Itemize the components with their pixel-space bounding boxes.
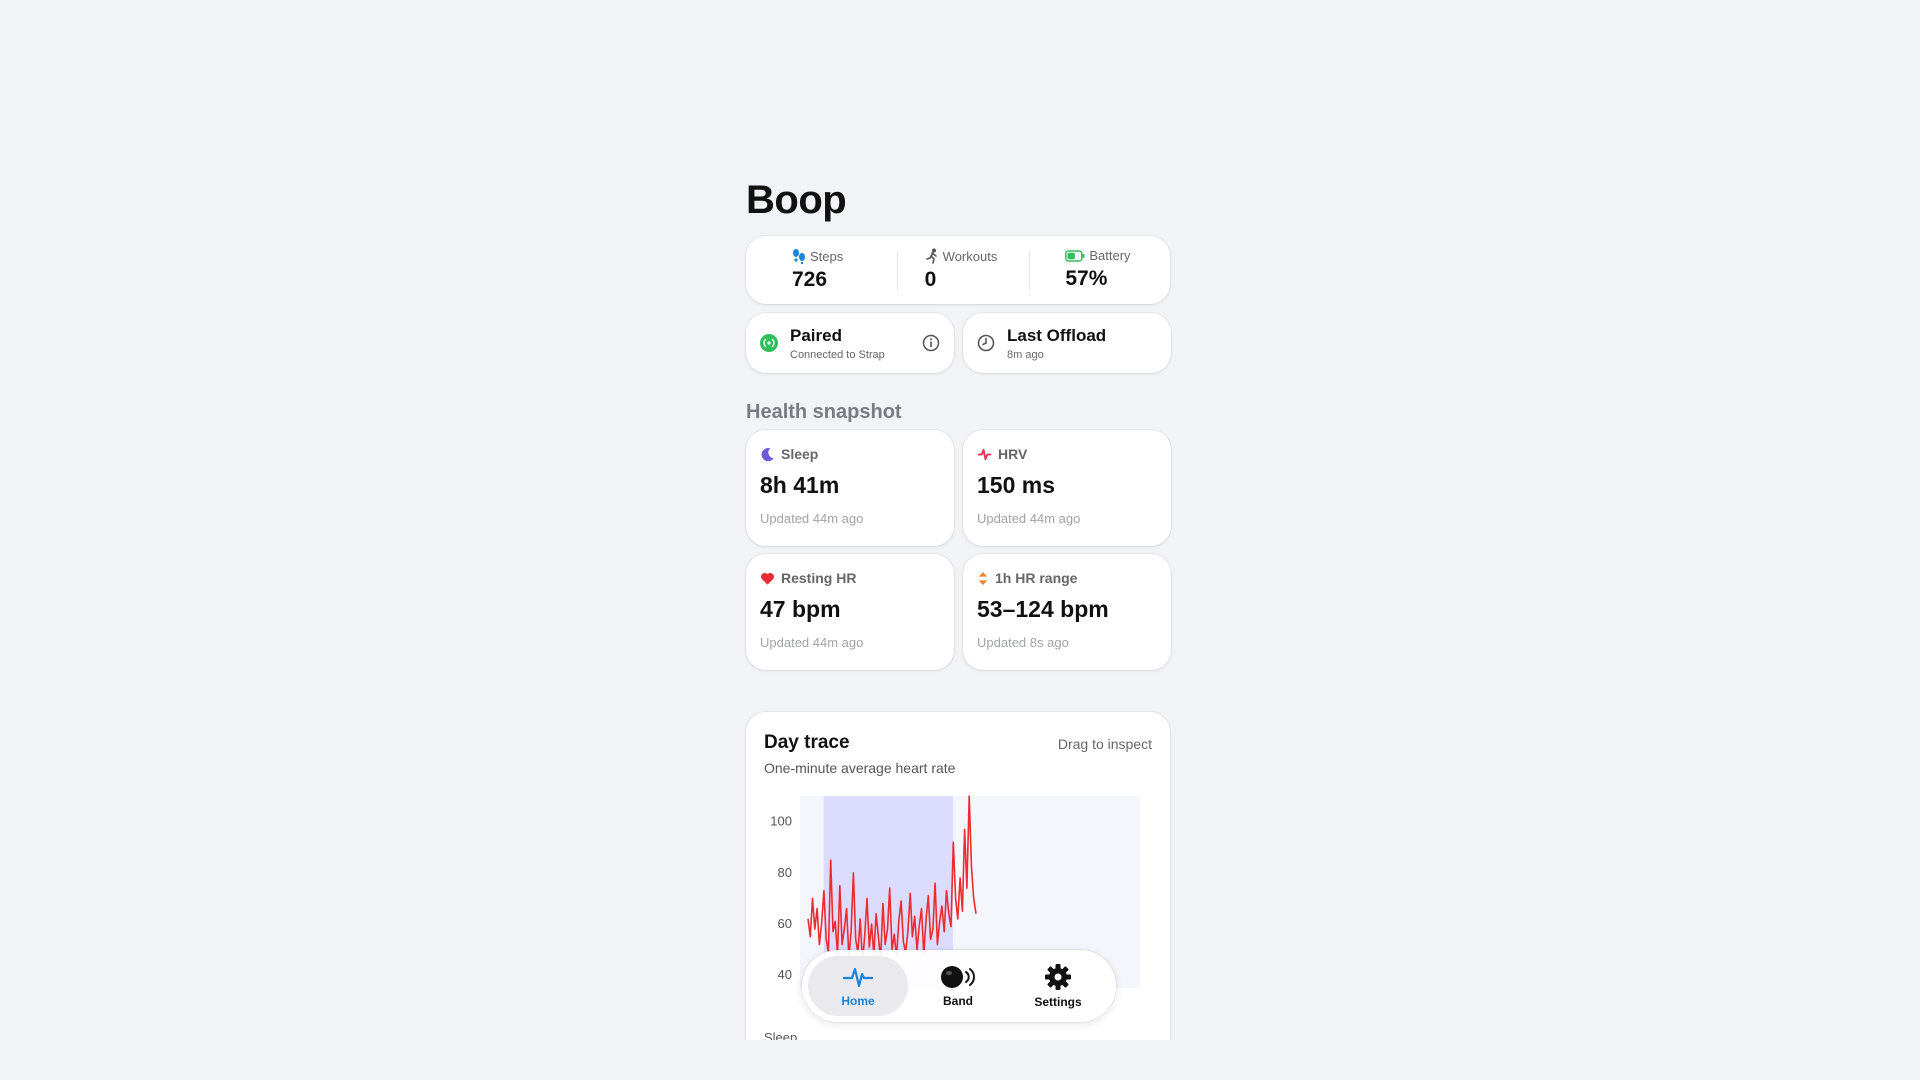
paired-title: Paired: [790, 325, 842, 345]
y-tick-label: 40: [778, 967, 792, 982]
antenna-icon: [760, 334, 778, 352]
battery-fill: [1067, 252, 1076, 259]
section-title-health: Health snapshot: [746, 401, 902, 423]
offload-subtitle: 8m ago: [1007, 348, 1044, 361]
metric-card-hrv[interactable]: HRV 150 ms Updated 44m ago: [963, 430, 1171, 546]
tab-band-label: Band: [943, 994, 973, 1008]
metric-resting-hr-label: Resting HR: [781, 570, 857, 586]
metric-card-sleep[interactable]: Sleep 8h 41m Updated 44m ago: [746, 430, 954, 546]
tab-band[interactable]: Band: [908, 956, 1008, 1016]
metric-sleep-updated: Updated 44m ago: [760, 511, 864, 526]
metric-card-hr-range[interactable]: 1h HR range 53–124 bpm Updated 8s ago: [963, 554, 1171, 670]
pulse-icon: [977, 448, 992, 460]
gear-icon: [1045, 964, 1071, 990]
metric-hrv-value: 150 ms: [977, 472, 1056, 498]
stat-workouts: Workouts 0: [896, 236, 1030, 304]
stats-card: Steps 726 Workouts 0 Battery 57%: [746, 236, 1170, 304]
bottom-tab-bar: Home Band Settings: [802, 950, 1116, 1022]
metric-sleep-value: 8h 41m: [760, 472, 840, 498]
metric-sleep-label: Sleep: [781, 446, 819, 462]
y-tick-label: 100: [770, 814, 792, 829]
offload-title: Last Offload: [1007, 325, 1107, 345]
sleep-axis-label: Sleep: [764, 1030, 798, 1040]
y-tick-label: 80: [778, 865, 792, 880]
tab-home-label: Home: [841, 994, 875, 1008]
tab-settings[interactable]: Settings: [1008, 956, 1108, 1016]
last-offload-card[interactable]: Last Offload 8m ago: [963, 313, 1171, 373]
heart-icon: [761, 572, 774, 585]
band-icon: [941, 966, 975, 988]
day-trace-subtitle: One-minute average heart rate: [764, 760, 956, 776]
app-title: Boop: [746, 178, 847, 222]
heartbeat-icon: [843, 967, 873, 988]
metric-card-resting-hr[interactable]: Resting HR 47 bpm Updated 44m ago: [746, 554, 954, 670]
stat-steps-label: Steps: [810, 248, 844, 264]
metric-hrv-updated: Updated 44m ago: [977, 511, 1081, 526]
stat-battery-value: 57%: [1065, 267, 1108, 290]
metric-resting-hr-updated: Updated 44m ago: [760, 635, 864, 650]
paired-card[interactable]: Paired Connected to Strap: [746, 313, 954, 373]
stat-workouts-label: Workouts: [942, 248, 998, 264]
range-icon: [978, 571, 988, 585]
stat-steps-value: 726: [792, 268, 828, 291]
moon-icon: [761, 447, 774, 461]
tab-home[interactable]: Home: [808, 956, 908, 1016]
stat-battery: Battery 57%: [1029, 236, 1170, 304]
metric-resting-hr-value: 47 bpm: [760, 596, 841, 622]
stat-workouts-value: 0: [924, 268, 937, 291]
phone-screen: Boop Steps 726 Workouts 0 Battery 57% Pa…: [728, 40, 1188, 1040]
info-icon[interactable]: [922, 334, 940, 352]
clock-icon: [977, 334, 995, 352]
metric-hr-range-value: 53–124 bpm: [977, 596, 1109, 622]
metric-hr-range-label: 1h HR range: [995, 570, 1078, 586]
paired-subtitle: Connected to Strap: [790, 348, 885, 361]
battery-icon: [1065, 249, 1085, 262]
stat-battery-label: Battery: [1089, 248, 1131, 263]
drag-hint: Drag to inspect: [1057, 736, 1152, 752]
tab-settings-label: Settings: [1034, 995, 1082, 1009]
metric-hrv-label: HRV: [998, 446, 1028, 462]
stat-steps: Steps 726: [746, 236, 897, 304]
metric-hr-range-updated: Updated 8s ago: [977, 635, 1069, 650]
y-tick-label: 60: [778, 916, 792, 931]
footprints-icon: [793, 249, 805, 264]
runner-icon: [925, 248, 937, 264]
